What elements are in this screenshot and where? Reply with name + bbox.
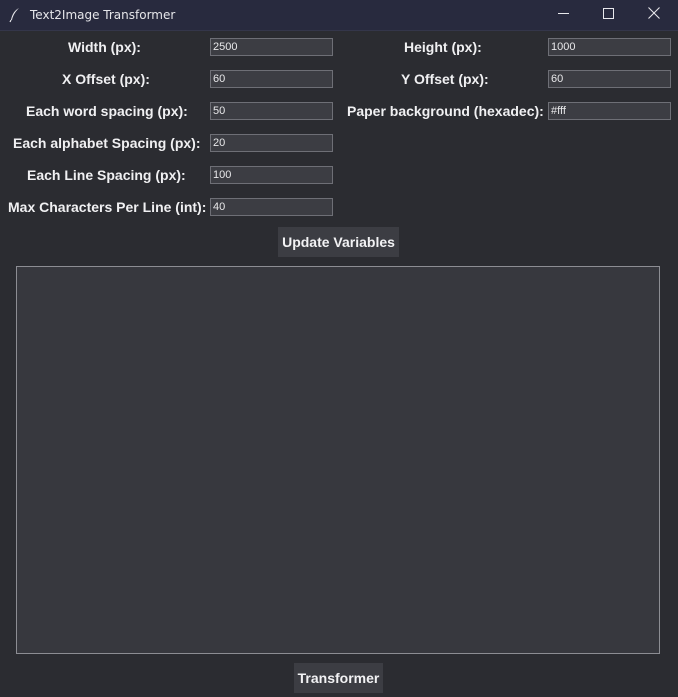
- text-input-area[interactable]: [16, 266, 660, 654]
- width-input[interactable]: [210, 38, 333, 56]
- max-chars-label: Max Characters Per Line (int):: [8, 199, 207, 215]
- minimize-button[interactable]: [540, 0, 586, 30]
- alphabet-spacing-input[interactable]: [210, 134, 333, 152]
- line-spacing-input[interactable]: [210, 166, 333, 184]
- word-spacing-input[interactable]: [210, 102, 333, 120]
- paper-background-input[interactable]: [548, 102, 671, 120]
- height-input[interactable]: [548, 38, 671, 56]
- alphabet-spacing-label: Each alphabet Spacing (px):: [13, 135, 201, 151]
- minimize-icon: [557, 6, 569, 24]
- x-offset-input[interactable]: [210, 70, 333, 88]
- maximize-button[interactable]: [585, 0, 631, 30]
- height-label: Height (px):: [404, 39, 482, 55]
- width-label: Width (px):: [68, 39, 141, 55]
- maximize-icon: [602, 6, 614, 24]
- max-chars-input[interactable]: [210, 198, 333, 216]
- paper-background-label: Paper background (hexadec):: [347, 103, 544, 119]
- close-icon: [648, 6, 660, 24]
- close-button[interactable]: [631, 0, 677, 30]
- line-spacing-label: Each Line Spacing (px):: [27, 167, 186, 183]
- word-spacing-label: Each word spacing (px):: [26, 103, 188, 119]
- transformer-button[interactable]: Transformer: [294, 663, 383, 693]
- feather-icon: [8, 7, 22, 23]
- x-offset-label: X Offset (px):: [62, 71, 150, 87]
- y-offset-label: Y Offset (px):: [401, 71, 489, 87]
- window-title: Text2Image Transformer: [30, 8, 176, 22]
- y-offset-input[interactable]: [548, 70, 671, 88]
- app-window: Text2Image Transformer Width (px): 2500 …: [0, 0, 678, 697]
- title-bar[interactable]: Text2Image Transformer: [0, 0, 678, 31]
- update-variables-button[interactable]: Update Variables: [278, 227, 399, 257]
